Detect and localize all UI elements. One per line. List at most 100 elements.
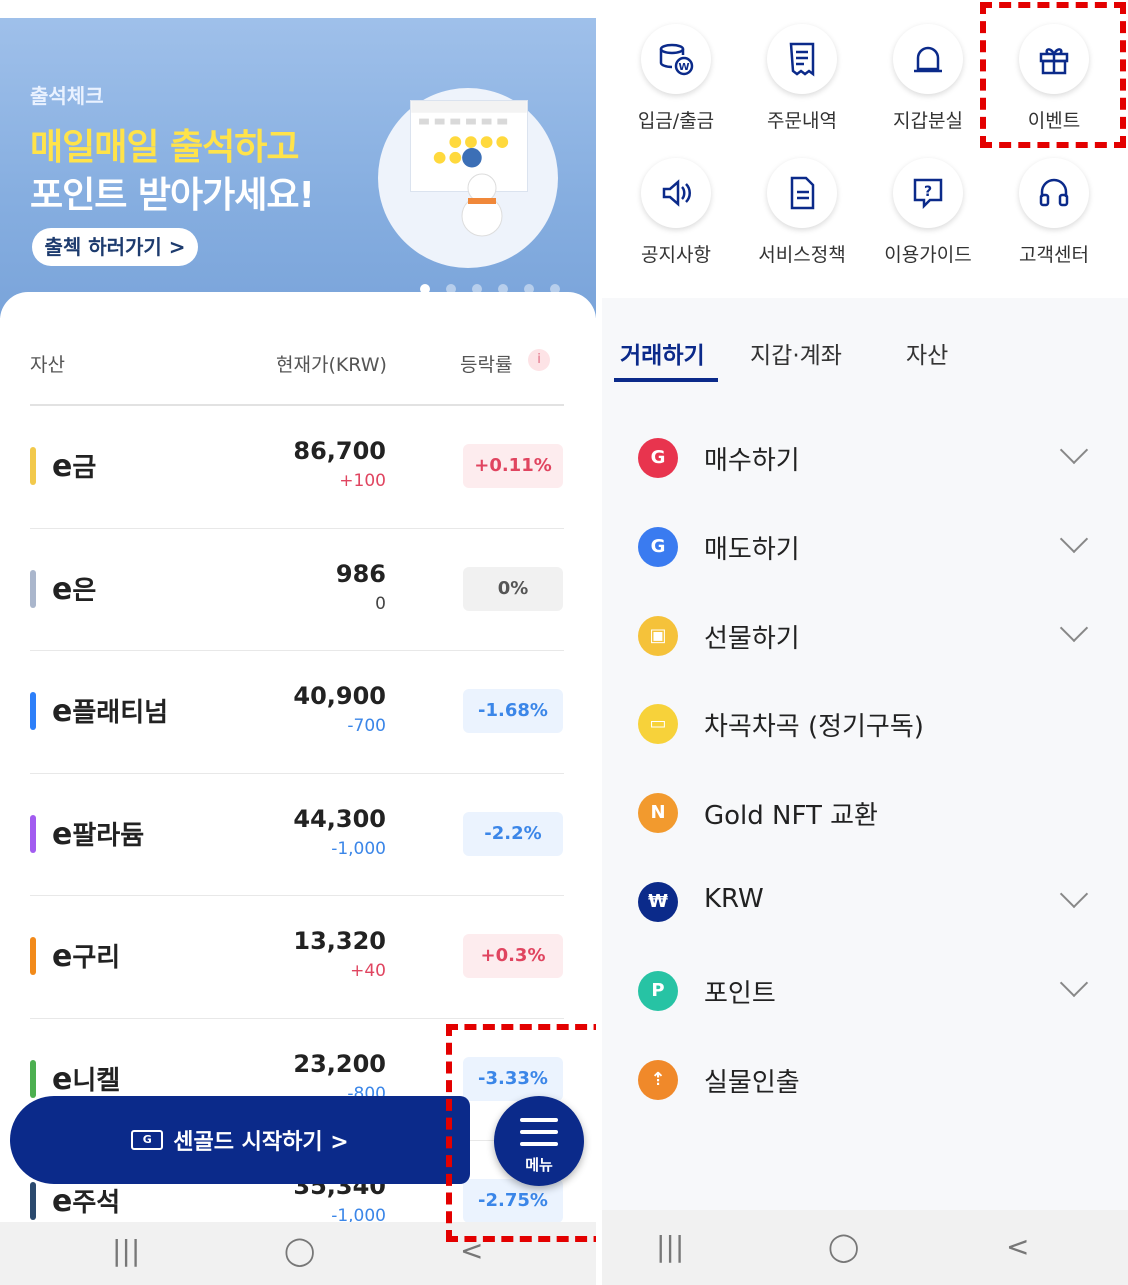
speaker-icon [641, 158, 711, 228]
chevron-down-icon[interactable] [1059, 613, 1089, 642]
asset-prefix: e [52, 816, 73, 852]
column-header-rate: 등락률 [460, 354, 513, 376]
menu-item-label: 매수하기 [704, 446, 800, 476]
menu-item[interactable]: ▣ 선물하기 [602, 608, 1128, 668]
asset-row[interactable]: e구리 13,320 +40 +0.3% [0, 895, 596, 1017]
start-sengold-button[interactable]: G 센골드 시작하기 > [10, 1096, 470, 1184]
alarm-bell-icon [893, 24, 963, 94]
menu-item-icon: N [638, 793, 678, 834]
column-header-asset: 자산 [30, 354, 65, 376]
asset-color-bar [30, 814, 36, 853]
chevron-down-icon[interactable] [1059, 524, 1089, 553]
asset-price-change: +40 [350, 961, 386, 981]
quick-menu-coin-stack[interactable]: W 입금/출금 [616, 24, 736, 133]
asset-rate-badge: -1.68% [463, 689, 563, 733]
asset-prefix: e [52, 571, 73, 607]
quick-menu-speaker[interactable]: 공지사항 [616, 158, 736, 267]
menu-item-label: 선물하기 [704, 623, 800, 654]
asset-rate-badge: +0.11% [463, 444, 563, 488]
quick-menu-label: 고객센터 [1019, 244, 1089, 266]
asset-label: 은 [72, 575, 97, 606]
asset-rate-badge: 0% [463, 566, 563, 611]
asset-prefix: e [52, 449, 73, 484]
help-bubble-icon: ? [893, 158, 963, 228]
quick-menu-help-bubble[interactable]: ? 이용가이드 [868, 158, 988, 267]
asset-row[interactable]: e은 986 0 0% [0, 528, 596, 650]
quick-menu-receipt[interactable]: 주문내역 [742, 24, 862, 133]
asset-rate-badge: +0.3% [463, 934, 563, 978]
asset-color-bar [30, 692, 36, 730]
tab-trade[interactable]: 거래하기 [620, 336, 705, 370]
column-header-price: 현재가(KRW) [276, 354, 387, 376]
tab-assets[interactable]: 자산 [906, 336, 948, 370]
menu-item[interactable]: G 매수하기 [602, 430, 1128, 490]
asset-label: 니켈 [72, 1065, 121, 1096]
headset-icon [1019, 158, 1089, 228]
home-icon[interactable]: ◯ [284, 1234, 315, 1267]
menu-item-icon: G [638, 438, 678, 478]
home-icon[interactable]: ◯ [828, 1230, 859, 1263]
start-sengold-label: 센골드 시작하기 > [173, 1130, 349, 1155]
asset-rate-badge: -2.2% [463, 811, 563, 856]
menu-item-label: 매도하기 [704, 534, 800, 565]
asset-name: e금 [52, 447, 96, 484]
chevron-down-icon[interactable] [1059, 435, 1089, 465]
asset-row[interactable]: e플래티넘 40,900 -700 -1.68% [0, 650, 596, 772]
quick-menu-label: 공지사항 [641, 244, 711, 266]
asset-name: e팔라듐 [52, 815, 144, 852]
attendance-banner[interactable]: 출석체크 매일매일 출석하고 포인트 받아가세요! 출첵 하러가기 > [0, 18, 596, 318]
asset-price: 40,900 [293, 682, 386, 710]
asset-price: 86,700 [293, 437, 386, 465]
menu-item-label: KRW [704, 884, 764, 914]
asset-price-change: +100 [339, 471, 386, 491]
asset-color-bar [30, 447, 36, 485]
asset-color-bar [30, 1059, 36, 1098]
asset-color-bar [30, 937, 36, 975]
chevron-down-icon[interactable] [1059, 968, 1089, 997]
tab-wallet-account[interactable]: 지갑·계좌 [750, 336, 842, 370]
quick-menu-document[interactable]: 서비스정책 [742, 158, 862, 267]
quick-menu-headset[interactable]: 고객센터 [994, 158, 1114, 267]
asset-color-bar [30, 569, 36, 608]
quick-menu-label: 이용가이드 [884, 244, 972, 266]
asset-name: e주석 [52, 1182, 120, 1219]
asset-row[interactable]: e팔라듐 44,300 -1,000 -2.2% [0, 773, 596, 895]
menu-item-label: 차곡차곡 (정기구독) [704, 712, 924, 743]
recent-apps-icon[interactable]: ||| [112, 1234, 140, 1267]
asset-price-change: 0 [375, 593, 386, 614]
asset-price: 23,200 [293, 1049, 386, 1078]
quick-menu-label: 입금/출금 [637, 110, 715, 132]
asset-row[interactable]: e금 86,700 +100 +0.11% [0, 405, 596, 527]
menu-item[interactable]: ⇡ 실물인출 [602, 1052, 1128, 1112]
quick-menu-label: 지갑분실 [893, 110, 963, 132]
quick-menu-alarm-bell[interactable]: 지갑분실 [868, 24, 988, 133]
asset-name: e플래티넘 [52, 692, 168, 729]
menu-item-label: 실물인출 [704, 1067, 800, 1098]
menu-item[interactable]: N Gold NFT 교환 [602, 785, 1128, 845]
menu-item[interactable]: ₩ KRW [602, 874, 1128, 934]
quick-menu-label: 서비스정책 [758, 244, 846, 266]
asset-price: 44,300 [293, 804, 386, 833]
asset-price: 986 [335, 559, 386, 588]
banner-tag: 출석체크 [30, 84, 104, 108]
recent-apps-icon[interactable]: ||| [656, 1230, 684, 1263]
asset-prefix: e [52, 1184, 73, 1219]
asset-prefix: e [52, 1061, 73, 1097]
menu-item-icon: ▭ [638, 704, 678, 745]
asset-price: 13,320 [293, 927, 386, 955]
wallet-icon: G [131, 1130, 164, 1150]
chevron-down-icon[interactable] [1059, 879, 1089, 909]
menu-item-icon: ▣ [638, 615, 678, 656]
asset-label: 주석 [72, 1188, 121, 1218]
info-icon[interactable]: i [528, 349, 550, 371]
asset-name: e니켈 [52, 1060, 120, 1097]
menu-item-label: 포인트 [704, 978, 776, 1009]
back-icon[interactable]: < [1006, 1230, 1029, 1263]
svg-text:?: ? [924, 184, 932, 200]
menu-item[interactable]: G 매도하기 [602, 519, 1128, 579]
menu-item[interactable]: ▭ 차곡차곡 (정기구독) [602, 696, 1128, 756]
left-screen: 출석체크 매일매일 출석하고 포인트 받아가세요! 출첵 하러가기 > 자산 현… [0, 0, 596, 1285]
banner-cta-button[interactable]: 출첵 하러가기 > [32, 228, 198, 266]
menu-item[interactable]: P 포인트 [602, 963, 1128, 1023]
menu-item-label: Gold NFT 교환 [704, 801, 878, 832]
